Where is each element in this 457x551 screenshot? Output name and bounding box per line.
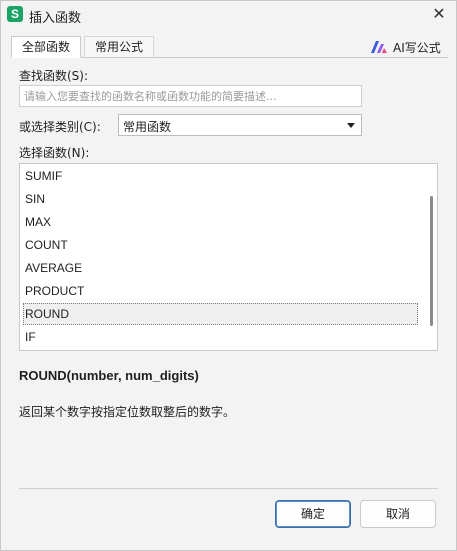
function-list-label: 选择函数(N): bbox=[19, 146, 90, 160]
function-listbox[interactable]: SUMIF SIN MAX COUNT AVERAGE PRODUCT ROUN… bbox=[19, 163, 438, 351]
category-selected-value: 常用函数 bbox=[123, 120, 172, 134]
function-item-round[interactable]: ROUND bbox=[23, 303, 418, 325]
title-bar: S 插入函数 ✕ bbox=[1, 1, 456, 29]
cancel-button[interactable]: 取消 bbox=[360, 500, 436, 528]
function-item-average[interactable]: AVERAGE bbox=[23, 257, 418, 279]
close-icon[interactable]: ✕ bbox=[427, 3, 451, 25]
function-syntax: ROUND(number, num_digits) bbox=[19, 368, 199, 383]
footer-divider bbox=[19, 488, 438, 489]
function-description: 返回某个数字按指定位数取整后的数字。 bbox=[19, 405, 236, 419]
function-item-sumif[interactable]: SUMIF bbox=[23, 165, 418, 187]
scroll-thumb[interactable] bbox=[430, 196, 433, 326]
function-item-if[interactable]: IF bbox=[23, 326, 418, 348]
app-logo-icon: S bbox=[7, 6, 23, 22]
category-select[interactable]: 常用函数 bbox=[118, 114, 362, 136]
category-label: 或选择类别(C): bbox=[19, 120, 101, 134]
search-label: 查找函数(S): bbox=[19, 69, 89, 83]
dialog-title: 插入函数 bbox=[29, 11, 82, 26]
function-item-max[interactable]: MAX bbox=[23, 211, 418, 233]
tab-all-functions[interactable]: 全部函数 bbox=[11, 36, 82, 58]
function-item-sin[interactable]: SIN bbox=[23, 188, 418, 210]
tab-common-formulas[interactable]: 常用公式 bbox=[84, 36, 155, 58]
chevron-down-icon bbox=[347, 123, 355, 128]
ai-logo-icon bbox=[371, 41, 387, 53]
function-item-count[interactable]: COUNT bbox=[23, 234, 418, 256]
ok-button[interactable]: 确定 bbox=[275, 500, 351, 528]
search-input[interactable] bbox=[19, 85, 362, 107]
function-item-product[interactable]: PRODUCT bbox=[23, 280, 418, 302]
ai-link-label: AI写公式 bbox=[393, 41, 441, 55]
list-scrollbar[interactable] bbox=[425, 164, 437, 350]
insert-function-dialog: S 插入函数 ✕ 全部函数 常用公式 AI写公式 查找函数(S): 或选择类别(… bbox=[0, 0, 457, 551]
